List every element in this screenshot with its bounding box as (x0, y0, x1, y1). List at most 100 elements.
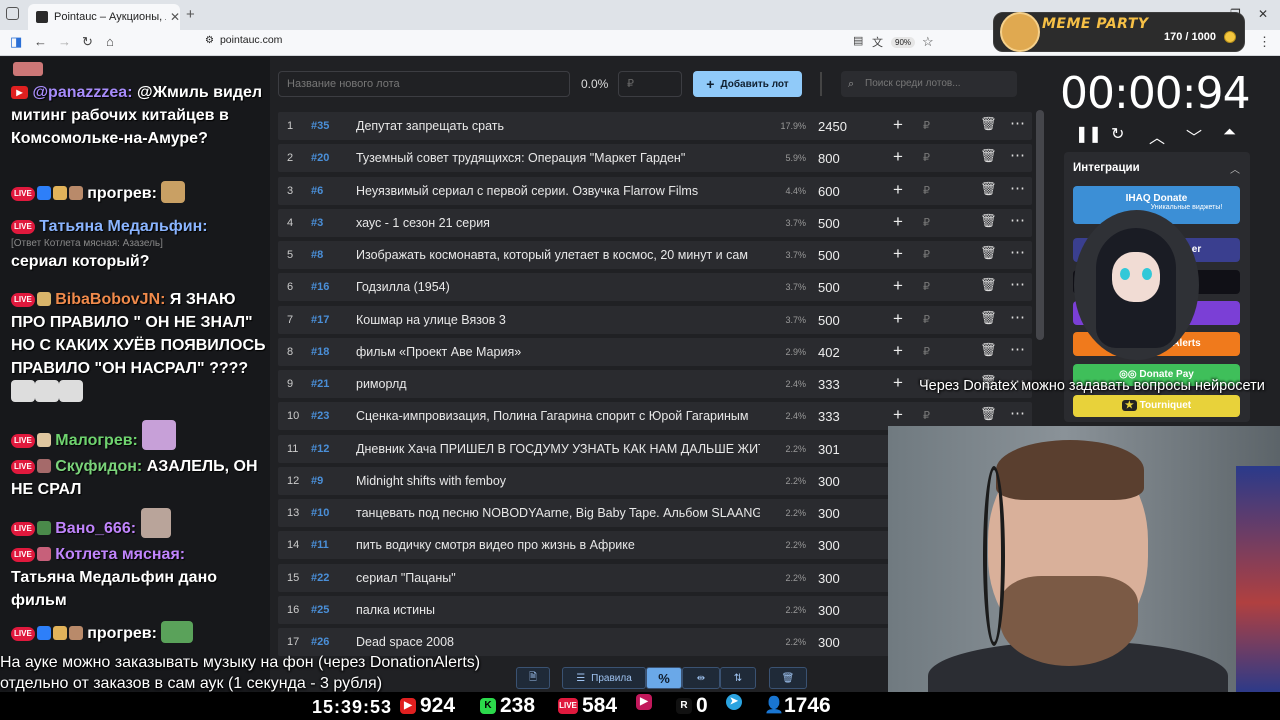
add-amount-icon[interactable]: + (893, 244, 903, 264)
lot-row[interactable]: 7 #17 Кошмар на улице Вязов 3 3.7% 500 + ₽ 🗑 ⋯ (278, 306, 1032, 334)
lot-amount: 600 (818, 184, 840, 199)
add-amount-icon[interactable]: + (893, 115, 903, 135)
ruble-icon[interactable]: ₽ (923, 184, 930, 197)
lot-name[interactable]: риморлд (356, 377, 760, 391)
sort-icon[interactable]: ⇅ (720, 667, 756, 689)
lots-scrollbar[interactable] (1036, 110, 1044, 340)
forward-icon[interactable]: → (58, 34, 71, 49)
ruble-icon[interactable]: ₽ (923, 119, 930, 132)
more-options-icon[interactable]: ⋯ (1010, 340, 1025, 358)
align-icon[interactable]: ⇹ (682, 667, 720, 689)
ruble-icon[interactable]: ₽ (923, 409, 930, 422)
lot-name[interactable]: Туземный совет трудящихся: Операция "Мар… (356, 151, 760, 165)
add-lot-button[interactable]: + Добавить лот (693, 71, 802, 97)
add-amount-icon[interactable]: + (893, 405, 903, 425)
ruble-icon[interactable]: ₽ (923, 345, 930, 358)
delete-lot-icon[interactable]: 🗑 (980, 181, 997, 197)
more-options-icon[interactable]: ⋯ (1010, 275, 1025, 293)
ruble-icon[interactable]: ₽ (923, 248, 930, 261)
clear-lots-icon[interactable]: 🗑 (769, 667, 807, 689)
more-options-icon[interactable]: ⋯ (1010, 179, 1025, 197)
lot-name[interactable]: танцевать под песню NOBODYAarne, Big Bab… (356, 506, 760, 520)
ruble-icon[interactable]: ₽ (923, 216, 930, 229)
add-amount-icon[interactable]: + (893, 147, 903, 167)
lot-row[interactable]: 4 #3 хаус - 1 сезон 21 серия 3.7% 500 + ₽ 🗑 ⋯ (278, 209, 1032, 237)
lot-name[interactable]: Дневник Хача ПРИШЕЛ В ГОСДУМУ УЗНАТЬ КАК… (356, 442, 760, 456)
pause-icon[interactable]: ❚❚ (1075, 124, 1102, 144)
add-amount-icon[interactable]: + (893, 341, 903, 361)
collapse-icon[interactable]: ︿ (1230, 161, 1240, 176)
percent-toggle-icon[interactable]: % (646, 667, 682, 689)
lot-name[interactable]: Депутат запрещать срать (356, 119, 760, 133)
sidebar-toggle-icon[interactable]: ◨ (10, 34, 22, 50)
new-tab-icon[interactable]: + (186, 6, 195, 23)
double-chevron-up-icon[interactable]: ⏶ (1223, 124, 1236, 142)
translate-icon[interactable]: 文 (872, 34, 883, 50)
more-options-icon[interactable]: ⋯ (1010, 243, 1025, 261)
lot-row[interactable]: 1 #35 Депутат запрещать срать 17.9% 2450 + ₽ 🗑 ⋯ (278, 112, 1032, 140)
lot-row[interactable]: 8 #18 фильм «Проект Аве Мария» 2.9% 402 + ₽ 🗑 ⋯ (278, 338, 1032, 366)
tab-menu-icon[interactable] (6, 7, 19, 20)
browser-menu-icon[interactable]: ⋮ (1258, 34, 1271, 50)
add-amount-icon[interactable]: + (893, 373, 903, 393)
rules-button[interactable]: ☰ Правила (562, 667, 646, 689)
site-info-icon[interactable]: ⚙ (205, 35, 214, 46)
delete-lot-icon[interactable]: 🗑 (980, 213, 997, 229)
lot-name[interactable]: Кошмар на улице Вязов 3 (356, 313, 760, 327)
lot-amount-input[interactable]: ₽ (618, 71, 682, 97)
add-amount-icon[interactable]: + (893, 276, 903, 296)
delete-lot-icon[interactable]: 🗑 (980, 148, 997, 164)
chevron-down-icon[interactable]: ﹀ (1186, 124, 1202, 148)
delete-lot-icon[interactable]: 🗑 (980, 406, 997, 422)
lot-name[interactable]: палка истины (356, 603, 760, 617)
new-lot-name-input[interactable]: Название нового лота (278, 71, 570, 97)
lot-row[interactable]: 5 #8 Изображать космонавта, который улетае… (278, 241, 1032, 269)
lot-amount: 300 (818, 603, 840, 618)
home-icon[interactable]: ⌂ (106, 34, 114, 49)
lot-name[interactable]: Сценка-импровизация, Полина Гагарина спо… (356, 409, 760, 423)
zoom-level[interactable]: 90% (891, 37, 916, 48)
reset-timer-icon[interactable]: ↻ (1111, 124, 1124, 144)
delete-lot-icon[interactable]: 🗑 (980, 116, 997, 132)
lot-search-input[interactable]: ⌕ Поиск среди лотов... (841, 71, 1017, 97)
lot-name[interactable]: Midnight shifts with femboy (356, 474, 760, 488)
close-tab-icon[interactable]: ✕ (170, 10, 180, 24)
address-bar[interactable]: ⚙ pointauc.com (205, 34, 282, 46)
lot-row[interactable]: 6 #16 Годзилла (1954) 3.7% 500 + ₽ 🗑 ⋯ (278, 273, 1032, 301)
lot-name[interactable]: хаус - 1 сезон 21 серия (356, 216, 760, 230)
lot-name[interactable]: Годзилла (1954) (356, 280, 760, 294)
more-options-icon[interactable]: ⋯ (1010, 308, 1025, 326)
lot-name[interactable]: сериал "Пацаны" (356, 571, 760, 585)
lot-row[interactable]: 3 #6 Неуязвимый сериал с первой серии. Озв… (278, 177, 1032, 205)
ruble-icon[interactable]: ₽ (923, 313, 930, 326)
delete-lot-icon[interactable]: 🗑 (980, 342, 997, 358)
tourniquet-button[interactable]: ★ Tourniquet (1073, 395, 1240, 417)
ruble-icon[interactable]: ₽ (923, 151, 930, 164)
lot-row[interactable]: 2 #20 Туземный совет трудящихся: Операция … (278, 144, 1032, 172)
chevron-up-icon[interactable]: ︿ (1149, 124, 1165, 148)
close-window-icon[interactable]: ✕ (1258, 7, 1268, 21)
ruble-icon[interactable]: ₽ (923, 280, 930, 293)
lot-name[interactable]: Неуязвимый сериал с первой серии. Озвучк… (356, 184, 760, 198)
more-options-icon[interactable]: ⋯ (1010, 146, 1025, 164)
reader-mode-icon[interactable]: ▤ (853, 34, 863, 47)
youtube-icon: ▶ (400, 698, 416, 714)
back-icon[interactable]: ← (34, 34, 47, 49)
add-amount-icon[interactable]: + (893, 309, 903, 329)
more-options-icon[interactable]: ⋯ (1010, 404, 1025, 422)
add-amount-icon[interactable]: + (893, 180, 903, 200)
delete-lot-icon[interactable]: 🗑 (980, 310, 997, 326)
delete-lot-icon[interactable]: 🗑 (980, 245, 997, 261)
browser-tab[interactable]: Pointauc – Аукционы, лотереи ✕ (28, 4, 180, 30)
lot-name[interactable]: пить водичку смотря видео про жизнь в Аф… (356, 538, 760, 552)
bookmark-star-icon[interactable]: ☆ (922, 34, 934, 50)
delete-lot-icon[interactable]: 🗑 (980, 277, 997, 293)
lot-name[interactable]: Изображать космонавта, который улетает в… (356, 248, 760, 262)
more-options-icon[interactable]: ⋯ (1010, 114, 1025, 132)
lot-name[interactable]: Dead space 2008 (356, 635, 760, 649)
more-options-icon[interactable]: ⋯ (1010, 211, 1025, 229)
add-amount-icon[interactable]: + (893, 212, 903, 232)
lot-name[interactable]: фильм «Проект Аве Мария» (356, 345, 760, 359)
save-icon[interactable]: 🗎 (516, 667, 550, 689)
reload-icon[interactable]: ↻ (82, 34, 93, 50)
